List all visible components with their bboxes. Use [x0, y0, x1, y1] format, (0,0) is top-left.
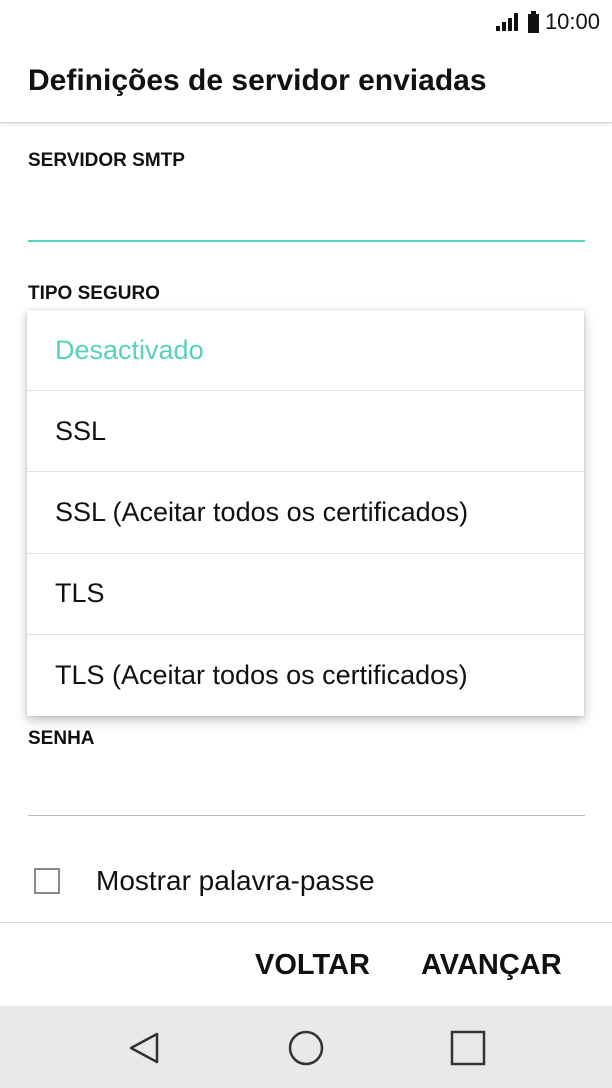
option-label: SSL (Aceitar todos os certificados) [55, 496, 469, 527]
show-password-row[interactable]: Mostrar palavra-passe [0, 848, 612, 914]
security-option-tls[interactable]: TLS [27, 554, 584, 635]
smtp-server-input[interactable] [28, 178, 585, 242]
back-button[interactable]: VOLTAR [255, 949, 370, 982]
next-button[interactable]: AVANÇAR [421, 949, 562, 982]
status-icons: 10:00 [495, 9, 600, 35]
show-password-label: Mostrar palavra-passe [96, 865, 375, 896]
password-input[interactable] [28, 758, 585, 816]
option-label: TLS (Aceitar todos os certificados) [55, 659, 468, 690]
security-option-disabled[interactable]: Desactivado [27, 310, 584, 392]
page-title: Definições de servidor enviadas [28, 64, 487, 97]
password-label: SENHA [28, 728, 95, 749]
security-option-ssl-accept-all[interactable]: SSL (Aceitar todos os certificados) [27, 472, 584, 554]
battery-icon [527, 11, 539, 33]
security-type-label: TIPO SEGURO [28, 283, 160, 304]
triangle-back-icon[interactable] [125, 1028, 165, 1068]
app-bar: Definições de servidor enviadas [0, 44, 612, 123]
option-label: Desactivado [55, 334, 204, 365]
show-password-checkbox[interactable] [34, 868, 60, 894]
status-time: 10:00 [544, 9, 600, 34]
security-type-dropdown: Desactivado SSL SSL (Aceitar todos os ce… [27, 310, 584, 716]
square-recent-apps-icon[interactable] [448, 1028, 488, 1068]
status-bar: 10:00 [0, 0, 612, 44]
security-option-tls-accept-all[interactable]: TLS (Aceitar todos os certificados) [27, 635, 584, 716]
security-option-ssl[interactable]: SSL [27, 391, 584, 473]
circle-home-icon[interactable] [286, 1028, 326, 1068]
option-label: TLS [55, 578, 105, 609]
option-label: SSL [55, 415, 107, 446]
action-button-bar: VOLTAR AVANÇAR [0, 922, 612, 1007]
navigation-bar [0, 1006, 612, 1088]
smtp-server-label: SERVIDOR SMTP [28, 150, 185, 171]
signal-strength-icon [495, 13, 518, 31]
